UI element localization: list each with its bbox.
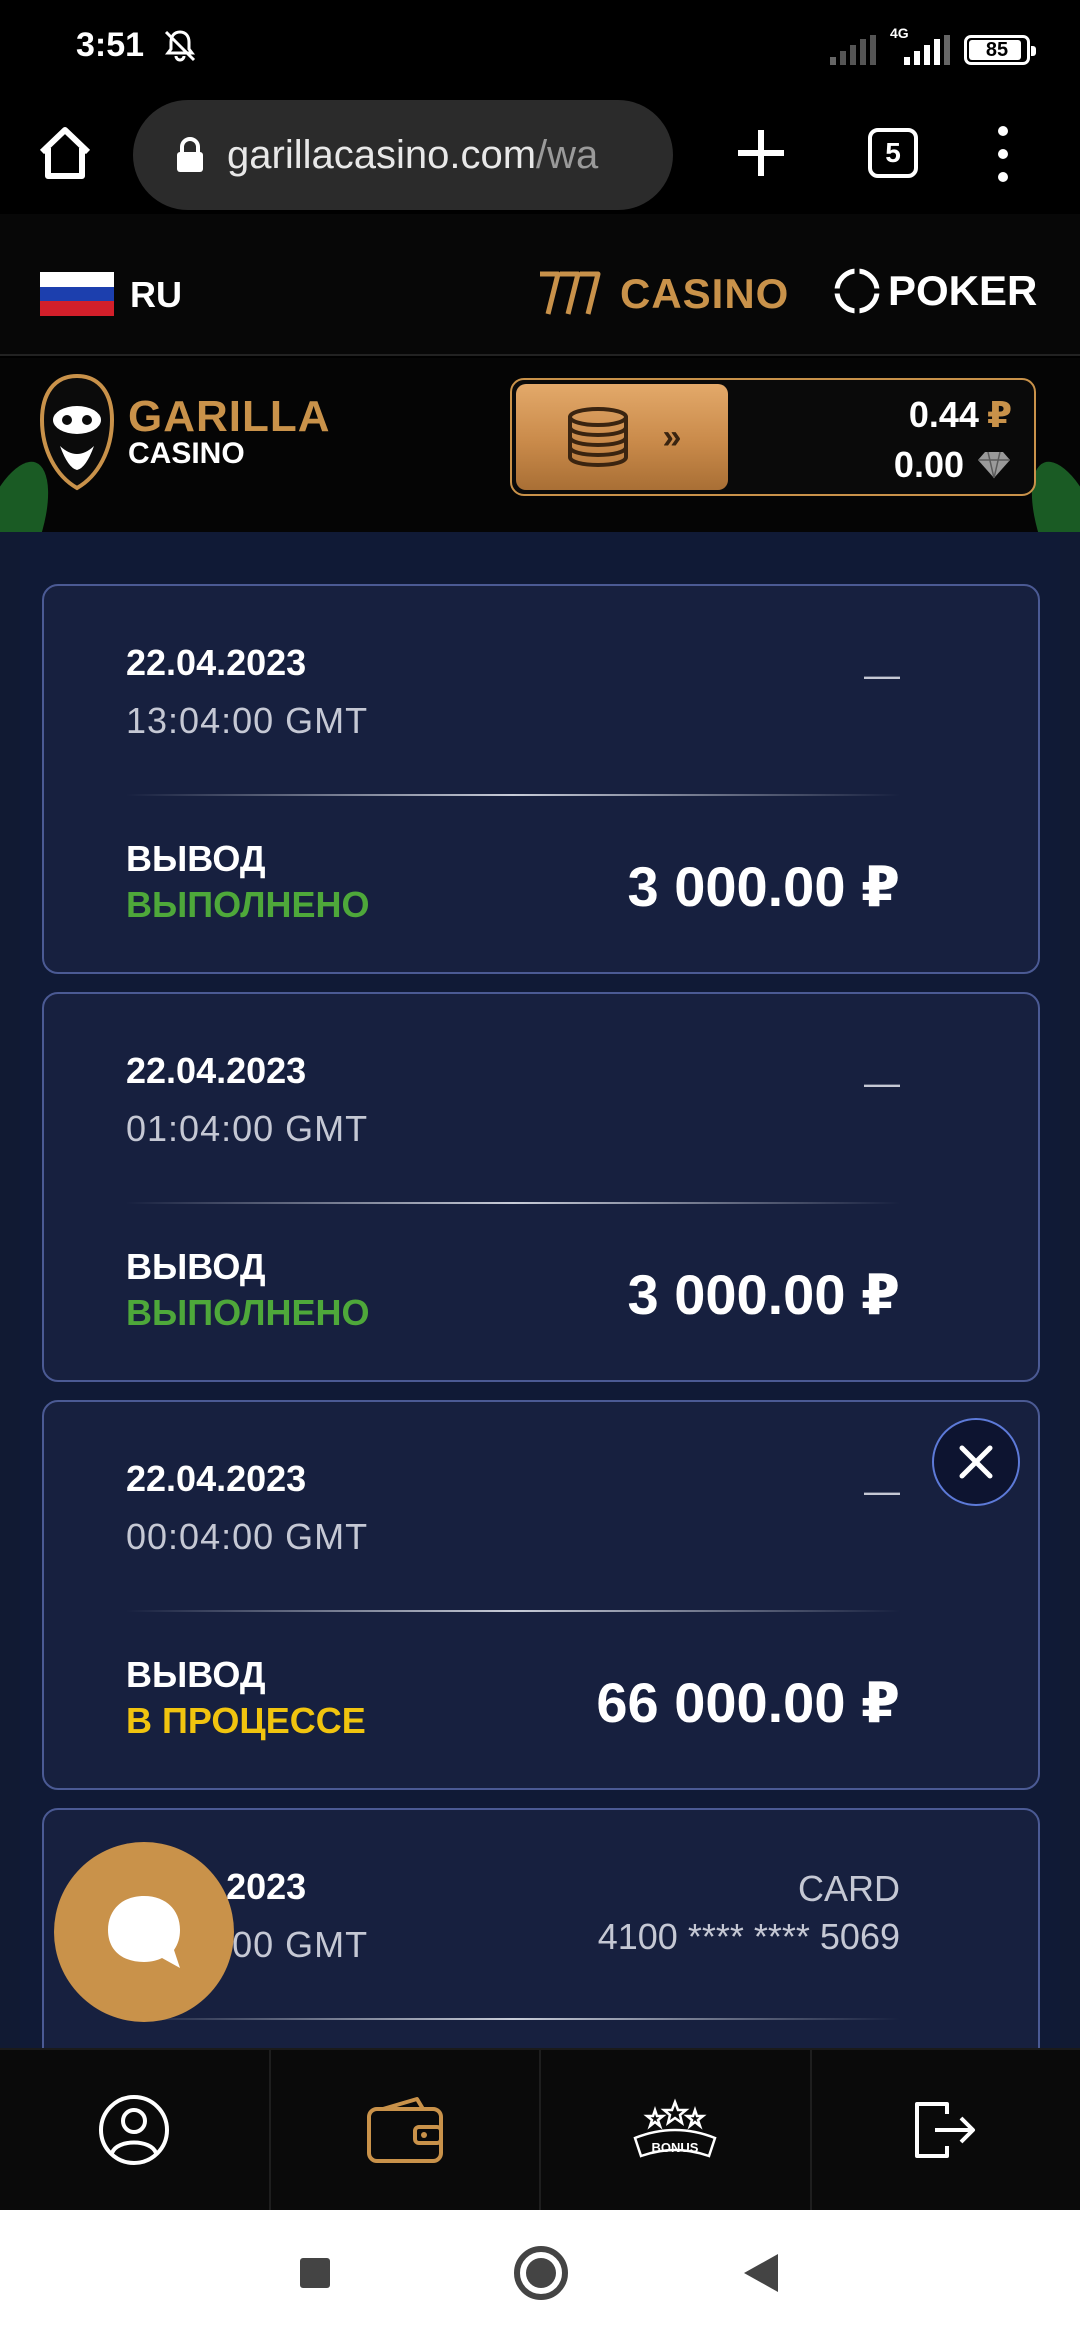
transaction-status: ВЫПОЛНЕНО bbox=[126, 884, 370, 925]
site-logo[interactable]: GARILLA CASINO bbox=[36, 370, 331, 494]
russia-flag-icon[interactable] bbox=[40, 272, 114, 316]
transaction-amount: 3 000.00 ₽ bbox=[627, 855, 900, 918]
transaction-time: 01:04:00 GMT bbox=[126, 1108, 369, 1149]
transactions-list: 22.04.2023 13:04:00 GMT — ВЫВОД ВЫПОЛНЕН… bbox=[20, 532, 1060, 2048]
site-top-nav: RU CASINO POKER bbox=[0, 214, 1080, 356]
nav-poker-label: POKER bbox=[888, 267, 1038, 314]
transactions-panel[interactable]: 22.04.2023 13:04:00 GMT — ВЫВОД ВЫПОЛНЕН… bbox=[0, 532, 1080, 2048]
coins-icon bbox=[567, 407, 628, 468]
transaction-time: 13:04:00 GMT bbox=[126, 700, 369, 741]
wallet-icon bbox=[366, 2097, 443, 2163]
chat-icon bbox=[108, 1896, 180, 1968]
balance-widget: » 0.44 ₽ 0.00 bbox=[510, 378, 1036, 496]
logout-icon bbox=[914, 2102, 975, 2158]
bell-muted-icon bbox=[164, 30, 196, 62]
back-button[interactable] bbox=[744, 2254, 778, 2292]
transaction-type: ВЫВОД bbox=[126, 838, 266, 879]
transaction-method: — bbox=[864, 654, 900, 695]
bonus-label: BONUS bbox=[652, 2140, 699, 2155]
slot-777-icon bbox=[540, 271, 601, 315]
transaction-status: В ПРОЦЕССЕ bbox=[126, 1700, 366, 1741]
main-balance: 0.44 ₽ bbox=[908, 394, 1012, 435]
nav-casino-link[interactable]: CASINO bbox=[536, 266, 789, 322]
logo-subtitle: CASINO bbox=[128, 437, 245, 470]
transaction-status: ВЫПОЛНЕНО bbox=[126, 1292, 370, 1333]
status-time: 3:51 bbox=[76, 26, 145, 64]
poker-chip-icon bbox=[834, 268, 880, 314]
recents-button[interactable] bbox=[300, 2258, 330, 2288]
user-icon bbox=[99, 2095, 170, 2165]
lock-icon bbox=[177, 137, 203, 172]
cancel-withdrawal-button[interactable] bbox=[932, 1418, 1020, 1506]
transaction-card[interactable]: 22.04.2023 01:04:00 GMT — ВЫВОД ВЫПОЛНЕН… bbox=[42, 992, 1040, 1382]
divider bbox=[126, 1610, 900, 1612]
divider bbox=[126, 1202, 900, 1204]
transaction-method-label: CARD bbox=[797, 1868, 900, 1909]
address-bar[interactable]: garillacasino.com/wa bbox=[133, 100, 673, 210]
browser-toolbar: garillacasino.com/wa 5 bbox=[0, 96, 1080, 214]
nav-bonus[interactable]: BONUS bbox=[541, 2050, 812, 2210]
chevron-right-double-icon: » bbox=[662, 417, 682, 456]
gorilla-logo-icon bbox=[39, 373, 115, 491]
transaction-date: 22.04.2023 bbox=[126, 1050, 307, 1091]
nav-wallet[interactable] bbox=[271, 2050, 541, 2210]
transaction-date: 22.04.2023 bbox=[126, 1458, 307, 1499]
bonus-balance: 0.00 bbox=[894, 444, 1012, 486]
logo-title: GARILLA bbox=[128, 392, 331, 441]
bonus-icon: BONUS bbox=[633, 2098, 717, 2158]
menu-dots-icon[interactable] bbox=[988, 126, 1018, 182]
transaction-amount: 66 000.00 ₽ bbox=[596, 1671, 900, 1734]
transaction-time: 00:04:00 GMT bbox=[126, 1516, 369, 1557]
transaction-card[interactable]: 22.04.2023 13:04:00 GMT — ВЫВОД ВЫПОЛНЕН… bbox=[42, 584, 1040, 974]
tab-switcher-button[interactable]: 5 bbox=[868, 128, 918, 178]
support-chat-button[interactable] bbox=[54, 1842, 234, 2022]
transaction-date: 22.04.2023 bbox=[126, 642, 307, 683]
transaction-card[interactable]: 22.04.2023 00:04:00 GMT — ВЫВОД В ПРОЦЕС… bbox=[42, 1400, 1040, 1790]
diamond-icon bbox=[978, 451, 1010, 479]
bottom-nav: BONUS bbox=[0, 2048, 1080, 2210]
transaction-method: — bbox=[864, 1470, 900, 1511]
transaction-card-number: 4100 **** **** 5069 bbox=[597, 1916, 900, 1957]
nav-casino-label: CASINO bbox=[620, 270, 790, 317]
url-text: garillacasino.com/wa bbox=[227, 132, 599, 177]
language-selector[interactable]: RU bbox=[130, 274, 182, 316]
divider bbox=[126, 794, 900, 796]
deposit-button[interactable]: » bbox=[516, 384, 728, 490]
close-icon bbox=[959, 1445, 993, 1479]
home-button[interactable] bbox=[514, 2246, 568, 2300]
status-bar: 3:51 4G 85 bbox=[0, 0, 1080, 96]
signal-4g-icon: 4G bbox=[890, 25, 950, 65]
system-nav-bar bbox=[0, 2210, 1080, 2340]
nav-poker-link[interactable]: POKER bbox=[832, 266, 1037, 316]
transaction-type: ВЫВОД bbox=[126, 1654, 266, 1695]
nav-profile[interactable] bbox=[0, 2050, 271, 2210]
transaction-method: — bbox=[864, 1062, 900, 1103]
signal-icon bbox=[830, 35, 876, 65]
divider bbox=[126, 2018, 900, 2020]
transaction-amount: 3 000.00 ₽ bbox=[627, 1263, 900, 1326]
home-icon[interactable] bbox=[34, 122, 96, 184]
nav-logout[interactable] bbox=[812, 2050, 1080, 2210]
battery-icon: 85 bbox=[964, 35, 1036, 65]
transaction-type: ВЫВОД bbox=[126, 1246, 266, 1287]
site-header: GARILLA CASINO » 0.44 ₽ 0.00 bbox=[0, 358, 1080, 532]
new-tab-plus-icon[interactable] bbox=[732, 124, 790, 182]
